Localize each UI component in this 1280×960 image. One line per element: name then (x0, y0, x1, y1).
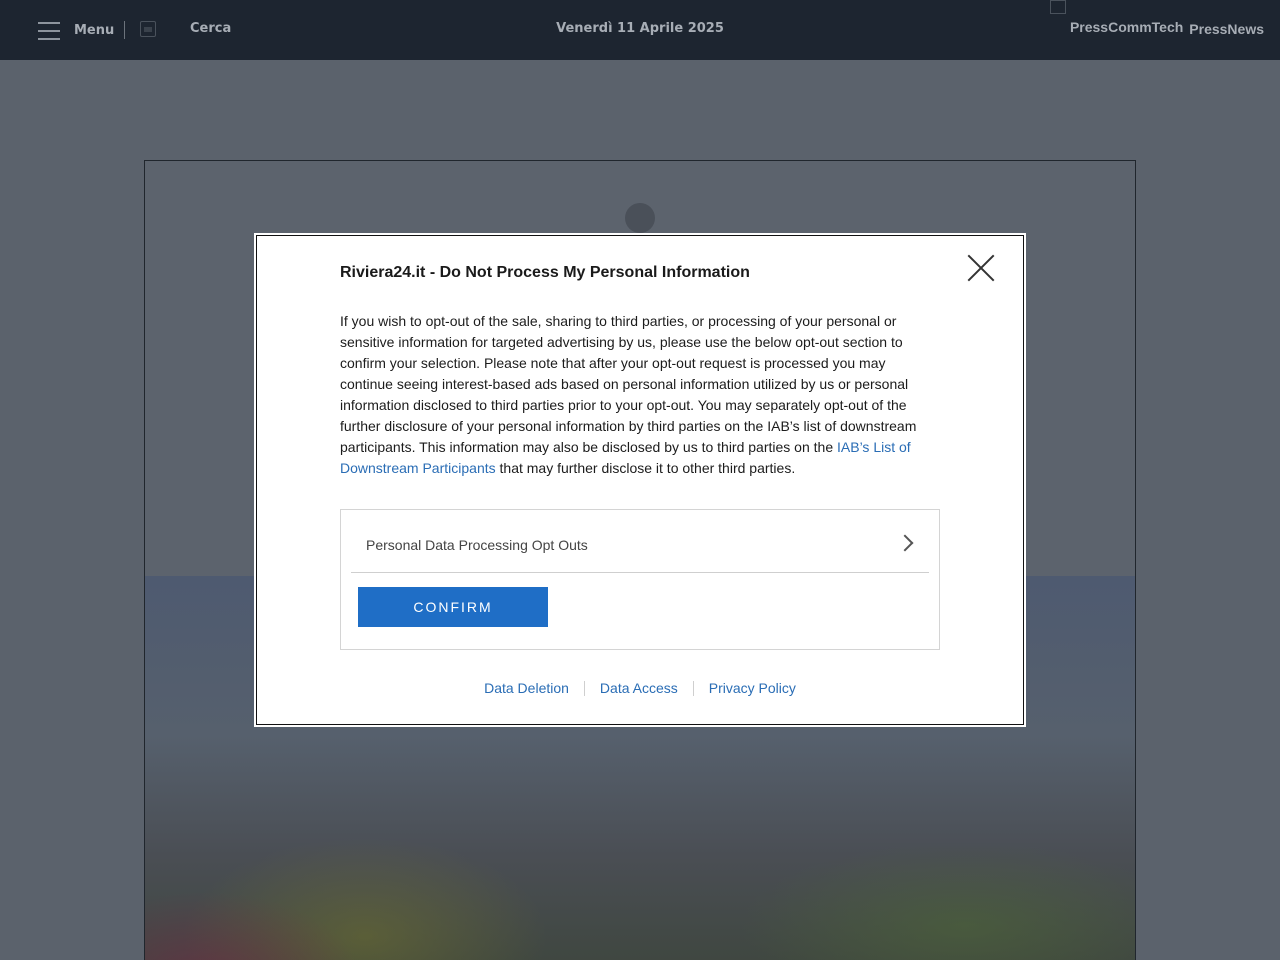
privacy-policy-link[interactable]: Privacy Policy (694, 680, 811, 696)
dialog-body-tail: that may further disclose it to other th… (495, 460, 796, 476)
brand-link-presscommtech[interactable]: PressCommTech (1070, 19, 1183, 35)
data-deletion-link[interactable]: Data Deletion (469, 680, 584, 696)
confirm-button[interactable]: CONFIRM (358, 587, 548, 627)
dialog-title: Riviera24.it - Do Not Process My Persona… (340, 264, 750, 281)
chevron-right-icon (896, 534, 914, 552)
opt-outs-label: Personal Data Processing Opt Outs (366, 537, 588, 553)
brand-logo-image[interactable] (1050, 0, 1066, 14)
close-icon[interactable] (968, 255, 994, 281)
brand-link-pressnews[interactable]: PressNews (1189, 21, 1264, 37)
site-header: Menu Cerca Venerdì 11 Aprile 2025 PressC… (0, 0, 1280, 60)
loading-spinner-icon (625, 203, 655, 233)
data-access-link[interactable]: Data Access (585, 680, 693, 696)
dialog-footer: Data Deletion Data Access Privacy Policy (256, 680, 1024, 696)
privacy-opt-out-dialog: Riviera24.it - Do Not Process My Persona… (254, 233, 1026, 727)
brand-links: PressCommTech PressNews (1070, 19, 1264, 37)
personal-data-opt-outs-row[interactable]: Personal Data Processing Opt Outs (351, 510, 929, 573)
dialog-body: If you wish to opt-out of the sale, shar… (340, 311, 930, 479)
opt-out-section: Personal Data Processing Opt Outs CONFIR… (340, 509, 940, 650)
dialog-body-text: If you wish to opt-out of the sale, shar… (340, 313, 917, 455)
